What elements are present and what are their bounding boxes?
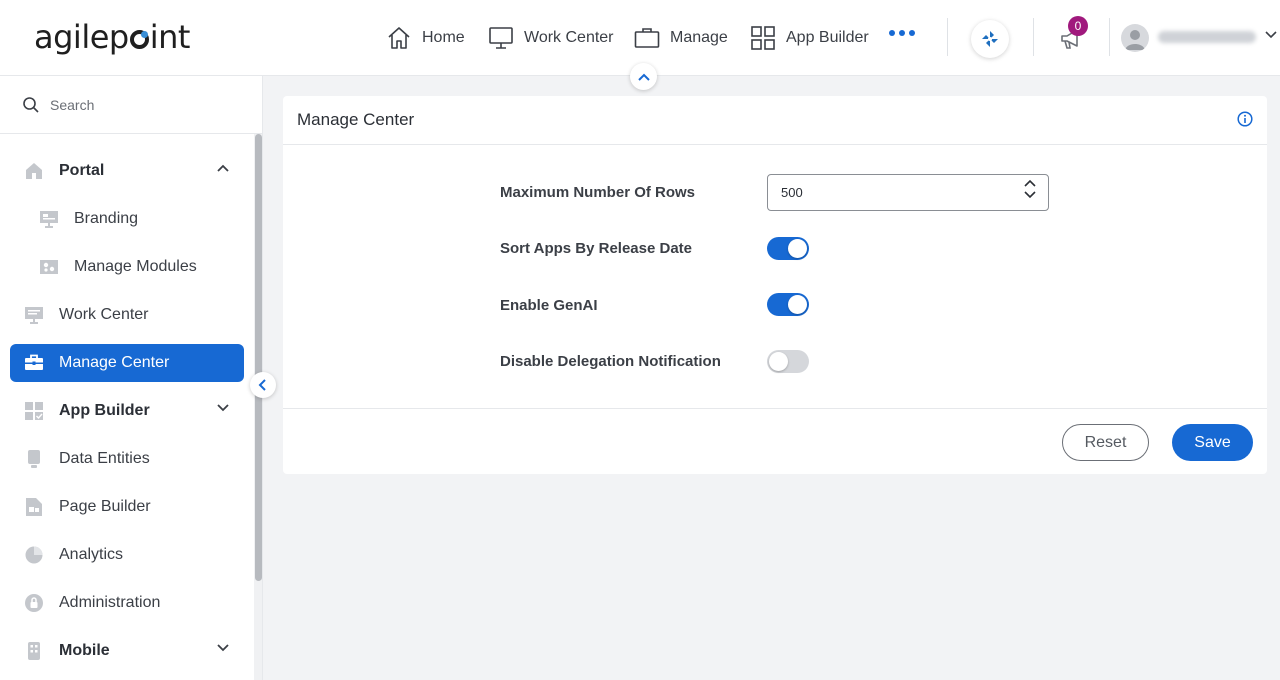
briefcase-icon xyxy=(634,28,660,48)
sidebar-item-label: App Builder xyxy=(59,402,150,419)
logo-text-end: int xyxy=(149,18,191,56)
sidebar-item-work-center[interactable]: Work Center xyxy=(10,296,244,334)
sidebar-item-label: Work Center xyxy=(59,306,149,323)
logo-text-start: agilep xyxy=(34,18,129,56)
search-input[interactable] xyxy=(50,96,250,113)
sidebar-item-administration[interactable]: Administration xyxy=(10,584,244,622)
data-entities-icon xyxy=(24,449,44,469)
pinwheel-icon xyxy=(982,31,998,47)
grid-icon xyxy=(751,26,775,50)
chevron-down-icon[interactable] xyxy=(1265,30,1277,40)
enable-genai-label: Enable GenAI xyxy=(500,297,598,314)
sidebar-item-label: Mobile xyxy=(59,642,110,659)
nav-app-builder[interactable]: App Builder xyxy=(750,22,869,54)
mobile-icon xyxy=(24,641,44,661)
notification-badge: 0 xyxy=(1068,16,1088,36)
save-button[interactable]: Save xyxy=(1172,424,1253,461)
enable-genai-toggle[interactable] xyxy=(767,293,809,316)
sidebar-item-branding[interactable]: Branding xyxy=(10,200,244,238)
nav-manage-label: Manage xyxy=(670,29,728,46)
panel-header: Manage Center xyxy=(283,96,1267,145)
sidebar: Portal Branding Manage Modules Work Cent… xyxy=(0,76,263,680)
ai-assistant-button[interactable] xyxy=(971,20,1009,58)
monitor-icon xyxy=(24,305,44,325)
collapse-sidebar-button[interactable] xyxy=(250,372,276,398)
page-title: Manage Center xyxy=(297,110,415,129)
sort-apps-toggle[interactable] xyxy=(767,237,809,260)
max-rows-label: Maximum Number Of Rows xyxy=(500,184,696,201)
briefcase-icon xyxy=(24,353,44,373)
sort-apps-label: Sort Apps By Release Date xyxy=(500,240,693,257)
toggle-knob xyxy=(769,352,788,371)
grid-icon xyxy=(24,401,44,421)
chevron-up-icon xyxy=(217,164,229,172)
sidebar-item-label: Manage Modules xyxy=(74,258,197,275)
page-builder-icon xyxy=(24,497,44,517)
sidebar-item-label: Analytics xyxy=(59,546,124,563)
monitor-icon xyxy=(489,27,513,49)
nav-work-center-label: Work Center xyxy=(524,29,614,46)
sidebar-item-data-entities[interactable]: Data Entities xyxy=(10,440,244,478)
logo-ring xyxy=(129,30,149,49)
more-dots-icon[interactable] xyxy=(889,30,915,36)
max-rows-input[interactable]: 500 xyxy=(767,174,1049,211)
sidebar-item-label: Manage Center xyxy=(59,354,170,371)
increment-icon[interactable] xyxy=(1024,178,1036,188)
panel-footer-divider xyxy=(283,408,1267,409)
collapse-header-button[interactable] xyxy=(630,63,657,90)
manage-center-panel: Manage Center Maximum Number Of Rows 500… xyxy=(283,96,1267,474)
nav-home-label: Home xyxy=(422,29,465,46)
sidebar-item-page-builder[interactable]: Page Builder xyxy=(10,488,244,526)
reset-button[interactable]: Reset xyxy=(1062,424,1149,461)
nav-work-center[interactable]: Work Center xyxy=(488,22,614,54)
header-divider xyxy=(1109,18,1110,56)
sidebar-item-mobile[interactable]: Mobile xyxy=(10,632,244,670)
username-redacted xyxy=(1158,31,1256,43)
nav-home[interactable]: Home xyxy=(386,22,465,54)
number-stepper[interactable] xyxy=(1024,178,1036,200)
sidebar-item-label: Portal xyxy=(59,162,105,179)
home-icon xyxy=(24,161,44,181)
nav-manage[interactable]: Manage xyxy=(634,22,728,54)
lock-icon xyxy=(24,593,44,613)
sidebar-scrollbar[interactable] xyxy=(254,134,262,680)
home-icon xyxy=(388,27,410,49)
sidebar-item-label: Data Entities xyxy=(59,450,150,467)
nav-app-builder-label: App Builder xyxy=(786,29,869,46)
branding-icon xyxy=(39,209,59,229)
info-icon[interactable] xyxy=(1237,111,1253,127)
disable-delegation-label: Disable Delegation Notification xyxy=(500,353,721,370)
toggle-knob xyxy=(788,239,807,258)
sidebar-item-label: Branding xyxy=(74,210,139,227)
chevron-down-icon xyxy=(217,644,229,652)
max-rows-value: 500 xyxy=(781,185,803,200)
chevron-left-icon xyxy=(258,379,266,391)
toggle-knob xyxy=(788,295,807,314)
scrollbar-thumb[interactable] xyxy=(255,134,262,581)
header-divider xyxy=(1033,18,1034,56)
agilepoint-logo[interactable]: agilep int xyxy=(34,18,190,56)
chevron-up-icon xyxy=(637,73,650,81)
sidebar-item-app-builder[interactable]: App Builder xyxy=(10,392,244,430)
sidebar-item-label: Administration xyxy=(59,594,161,611)
user-avatar[interactable] xyxy=(1121,24,1149,52)
sidebar-item-analytics[interactable]: Analytics xyxy=(10,536,244,574)
decrement-icon[interactable] xyxy=(1024,190,1036,200)
chevron-down-icon xyxy=(217,404,229,412)
user-icon xyxy=(1125,30,1145,50)
header-divider xyxy=(947,18,948,56)
sidebar-item-label: Page Builder xyxy=(59,498,151,515)
search-icon xyxy=(23,96,39,113)
sidebar-item-manage-modules[interactable]: Manage Modules xyxy=(10,248,244,286)
modules-icon xyxy=(39,257,59,277)
sidebar-search xyxy=(0,76,262,134)
sidebar-item-portal[interactable]: Portal xyxy=(10,152,244,190)
disable-delegation-toggle[interactable] xyxy=(767,350,809,373)
pie-chart-icon xyxy=(24,545,44,565)
sidebar-item-manage-center[interactable]: Manage Center xyxy=(10,344,244,382)
